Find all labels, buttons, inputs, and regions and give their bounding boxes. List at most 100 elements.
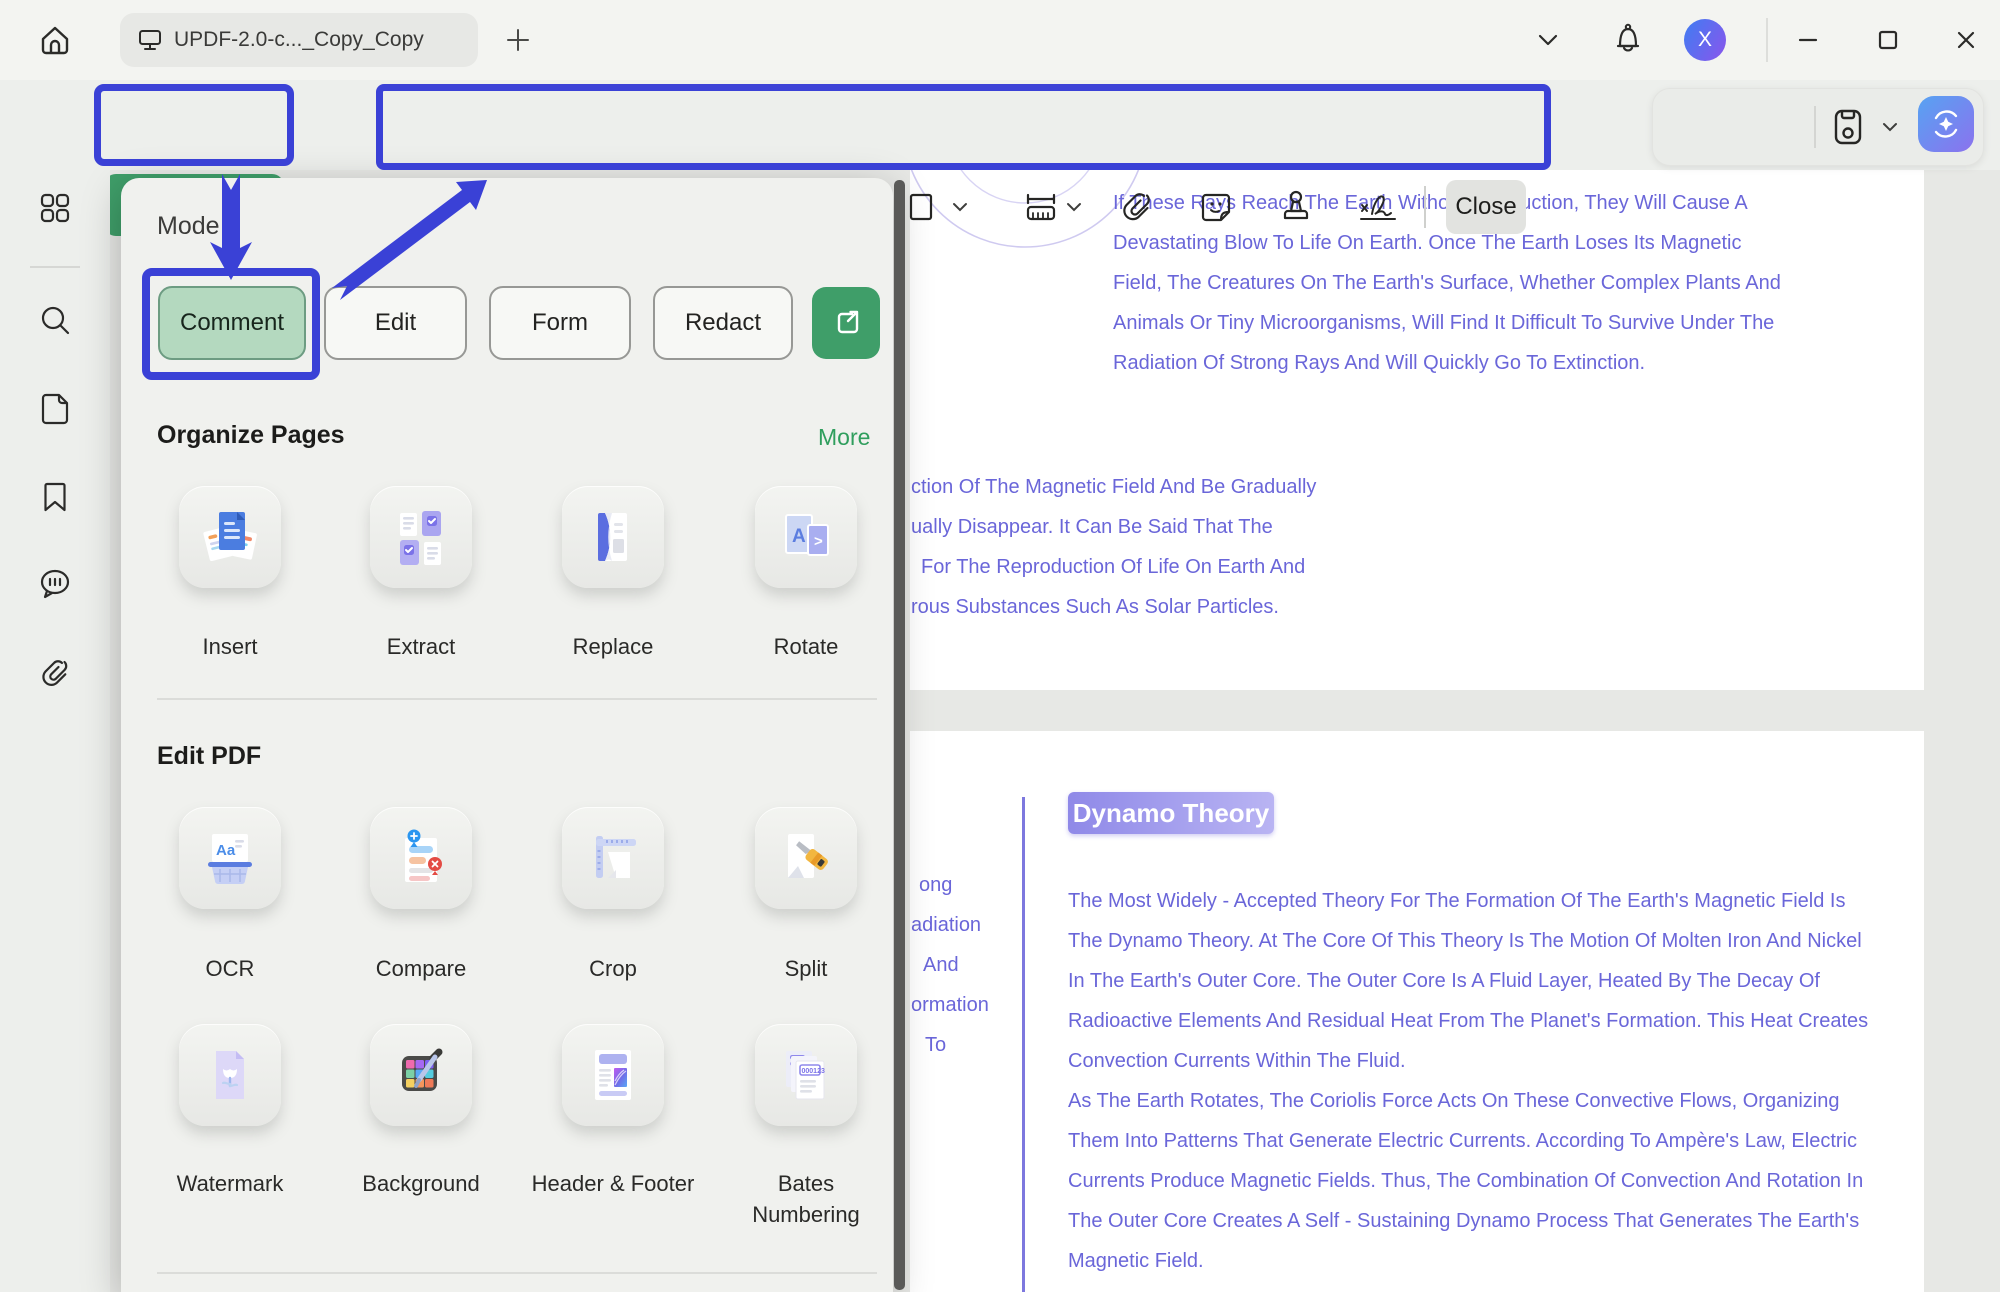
mode-form-label: Form: [532, 309, 588, 337]
close-mode-button[interactable]: Close: [1446, 180, 1526, 234]
svg-text:A: A: [792, 526, 806, 547]
stamp-tool[interactable]: [1276, 187, 1316, 227]
mode-section-label: Mode: [157, 212, 220, 241]
attachment-tool[interactable]: [1117, 187, 1157, 227]
document-tab[interactable]: UPDF-2.0-c..._Copy_Copy: [120, 13, 478, 67]
sticker-tool[interactable]: [1196, 187, 1236, 227]
tool-split-label: Split: [724, 953, 888, 984]
section-heading-badge: Dynamo Theory: [1068, 792, 1274, 834]
tool-bates-numbering[interactable]: 000123: [755, 1024, 857, 1126]
updf-app: { "window": { "tab_title": "UPDF-2.0-c..…: [0, 0, 2000, 1292]
organize-pages-title: Organize Pages: [157, 421, 345, 450]
text-line: ormation: [911, 985, 989, 1025]
watermark-icon: [198, 1043, 262, 1107]
sidebar-item-search[interactable]: [37, 303, 73, 339]
tool-ocr-label: OCR: [148, 953, 312, 984]
ruler-icon: [1021, 187, 1061, 227]
mode-comment-button[interactable]: Comment: [158, 286, 306, 360]
svg-text:000123: 000123: [802, 1068, 825, 1075]
text-line: Animals Or Tiny Microorganisms, Will Fin…: [1113, 303, 1781, 343]
page-icon: [37, 391, 73, 427]
text-line: The Outer Core Creates A Self - Sustaini…: [1068, 1201, 1868, 1241]
text-line: In The Earth's Outer Core. The Outer Cor…: [1068, 961, 1868, 1001]
minimize-icon: [1797, 29, 1819, 51]
paperclip-icon: [1117, 187, 1157, 227]
text-line: Them Into Patterns That Generate Electri…: [1068, 1121, 1868, 1161]
edit-pdf-title: Edit PDF: [157, 742, 261, 771]
home-button[interactable]: [36, 21, 74, 59]
organize-more-link[interactable]: More: [818, 424, 870, 451]
compare-icon: [389, 826, 453, 890]
sidebar-divider: [30, 266, 80, 268]
save-button[interactable]: [1828, 106, 1868, 148]
mode-edit-button[interactable]: Edit: [324, 286, 467, 360]
tool-replace[interactable]: [562, 486, 664, 588]
tool-bates-numbering-label: Bates Numbering: [724, 1168, 888, 1230]
notifications-button[interactable]: [1606, 16, 1650, 60]
new-tab-button[interactable]: [496, 18, 540, 62]
tool-replace-label: Replace: [531, 631, 695, 662]
paragraph-fragments: ong adiation And ormation To: [911, 865, 989, 1065]
signature-tool[interactable]: [1356, 187, 1396, 227]
search-icon: [37, 303, 73, 339]
panel-divider: [157, 698, 877, 700]
grid-icon: [37, 190, 73, 226]
left-sidebar: [0, 80, 110, 1292]
tool-split[interactable]: [755, 807, 857, 909]
close-window-button[interactable]: [1944, 18, 1988, 62]
tool-background-label: Background: [339, 1168, 503, 1199]
sidebar-item-comments[interactable]: [37, 565, 73, 601]
ai-assistant-icon: [1926, 104, 1966, 144]
panel-scrollbar[interactable]: [894, 180, 905, 1290]
text-line: Field, The Creatures On The Earth's Surf…: [1113, 263, 1781, 303]
tabs-dropdown-button[interactable]: [1526, 18, 1570, 62]
tool-header-footer[interactable]: [562, 1024, 664, 1126]
tool-extract[interactable]: [370, 486, 472, 588]
mode-edit-label: Edit: [375, 309, 416, 337]
sidebar-item-thumbnails[interactable]: [37, 190, 73, 226]
comment-icon: [37, 565, 73, 601]
svg-text:>: >: [814, 533, 823, 550]
extract-pages-icon: [389, 505, 453, 569]
section-heading: Dynamo Theory: [1073, 798, 1270, 829]
save-dropdown[interactable]: [1882, 122, 1898, 132]
header-footer-icon: [581, 1043, 645, 1107]
tool-insert[interactable]: [179, 486, 281, 588]
titlebar: UPDF-2.0-c..._Copy_Copy X: [0, 0, 2000, 80]
tool-watermark[interactable]: [179, 1024, 281, 1126]
text-line: As The Earth Rotates, The Coriolis Force…: [1068, 1081, 1868, 1121]
external-link-icon: [829, 306, 863, 340]
sidebar-item-bookmarks[interactable]: [37, 479, 73, 515]
shape-tool-dropdown[interactable]: [952, 202, 968, 212]
section-rule: [1022, 797, 1025, 1292]
tool-rotate[interactable]: A >: [755, 486, 857, 588]
shape-tool[interactable]: [901, 187, 941, 227]
minimize-button[interactable]: [1786, 18, 1830, 62]
rotate-pages-icon: A >: [774, 505, 838, 569]
ai-assistant-button[interactable]: [1918, 96, 1974, 152]
tool-background[interactable]: [370, 1024, 472, 1126]
close-label: Close: [1455, 193, 1516, 221]
tool-ocr[interactable]: Aa: [179, 807, 281, 909]
mode-form-button[interactable]: Form: [489, 286, 631, 360]
paragraph-clipped: ction Of The Magnetic Field And Be Gradu…: [911, 467, 1316, 627]
measure-tool-dropdown[interactable]: [1066, 202, 1082, 212]
maximize-button[interactable]: [1866, 18, 1910, 62]
text-line: Magnetic Field.: [1068, 1241, 1868, 1281]
measure-tool[interactable]: [1021, 187, 1061, 227]
tool-crop[interactable]: [562, 807, 664, 909]
sidebar-item-pages[interactable]: [37, 391, 73, 427]
mode-redact-button[interactable]: Redact: [653, 286, 793, 360]
tool-compare-label: Compare: [339, 953, 503, 984]
text-line: Radiation Of Strong Rays And Will Quickl…: [1113, 343, 1781, 383]
tool-watermark-label: Watermark: [148, 1168, 312, 1199]
avatar[interactable]: X: [1684, 19, 1726, 61]
tool-compare[interactable]: [370, 807, 472, 909]
plus-icon: [505, 27, 531, 53]
background-icon: [389, 1043, 453, 1107]
monitor-icon: [138, 29, 162, 51]
open-in-new-button[interactable]: [812, 287, 880, 359]
text-line: rous Substances Such As Solar Particles.: [911, 587, 1316, 627]
text-line: adiation: [911, 905, 989, 945]
sidebar-item-attachments[interactable]: [37, 655, 73, 691]
